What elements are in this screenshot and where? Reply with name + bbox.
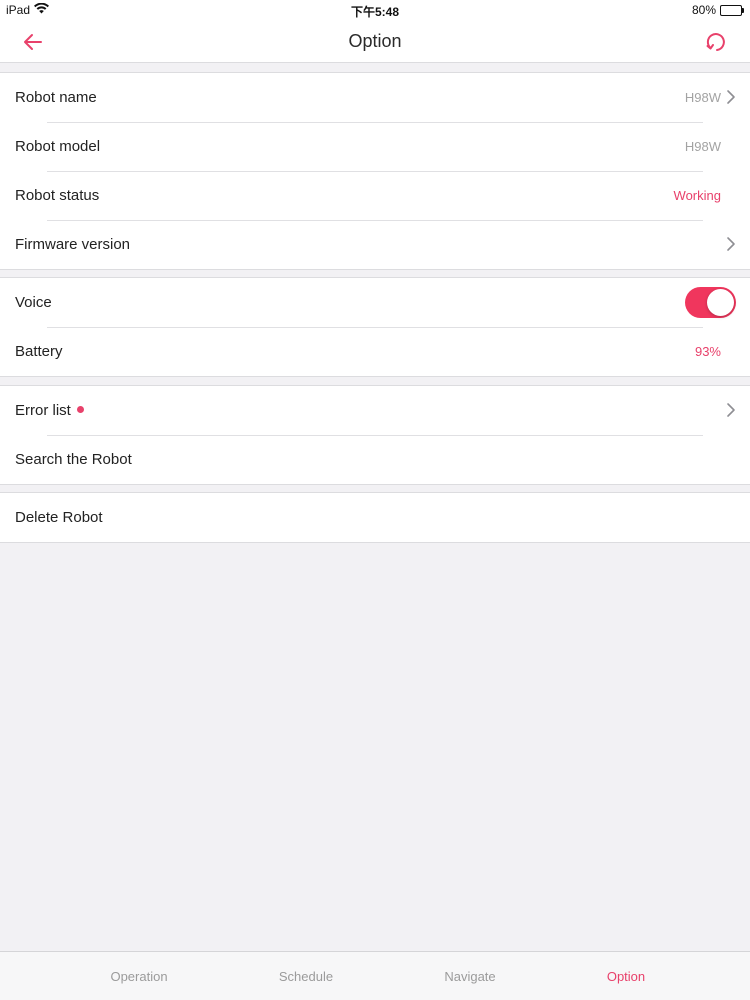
robot-info-group: Robot name H98W Robot model H98W Robot s… [0,72,750,270]
robot-name-value: H98W [684,90,721,105]
firmware-version-label: Firmware version [15,236,131,253]
delete-robot-label: Delete Robot [15,509,103,526]
voice-toggle[interactable] [685,287,736,318]
delete-group: Delete Robot [0,492,750,543]
chevron-right-icon [727,90,735,104]
tab-schedule[interactable]: Schedule [279,969,333,984]
chevron-right-icon [727,237,735,251]
robot-status-value: Working [673,188,721,203]
robot-name-label: Robot name [15,89,97,106]
chevron-right-icon [727,403,735,417]
refresh-button[interactable] [704,29,730,55]
screen: iPad 下午5:48 80% Option Robot name H98W R… [0,0,750,1000]
toggle-knob [707,289,734,316]
nav-bar: Option [0,20,750,63]
battery-label: Battery [15,343,63,360]
alert-dot-icon [76,405,84,413]
robot-status-row: Robot status Working [0,171,750,220]
error-list-row[interactable]: Error list [0,386,750,435]
battery-row: Battery 93% [0,327,750,376]
robot-status-label: Robot status [15,187,100,204]
status-time: 下午5:48 [350,5,400,19]
page-title: Option [348,31,402,51]
battery-percent: 80% [691,3,716,17]
voice-label: Voice [15,294,52,311]
firmware-version-row[interactable]: Firmware version [0,220,750,269]
error-list-label-wrap: Error list [15,402,735,419]
error-list-label: Error list [15,402,71,419]
battery-value: 93% [694,344,721,359]
robot-model-label: Robot model [15,138,101,155]
robot-name-row[interactable]: Robot name H98W [0,73,750,122]
tab-bar: Operation Schedule Navigate Option [0,951,750,1000]
delete-robot-row[interactable]: Delete Robot [0,493,750,542]
search-robot-label: Search the Robot [15,451,132,468]
battery-icon [720,4,744,16]
support-group: Error list Search the Robot [0,385,750,485]
voice-row: Voice [0,278,750,327]
search-robot-row[interactable]: Search the Robot [0,435,750,484]
robot-model-value: H98W [684,139,721,154]
status-bar: iPad 下午5:48 80% [0,0,750,20]
tab-navigate[interactable]: Navigate [444,969,495,984]
status-right: 80% [692,3,744,17]
tab-option[interactable]: Option [607,969,645,984]
refresh-icon [706,33,725,51]
tab-operation[interactable]: Operation [110,969,167,984]
settings-group: Voice Battery 93% [0,277,750,377]
robot-model-row: Robot model H98W [0,122,750,171]
